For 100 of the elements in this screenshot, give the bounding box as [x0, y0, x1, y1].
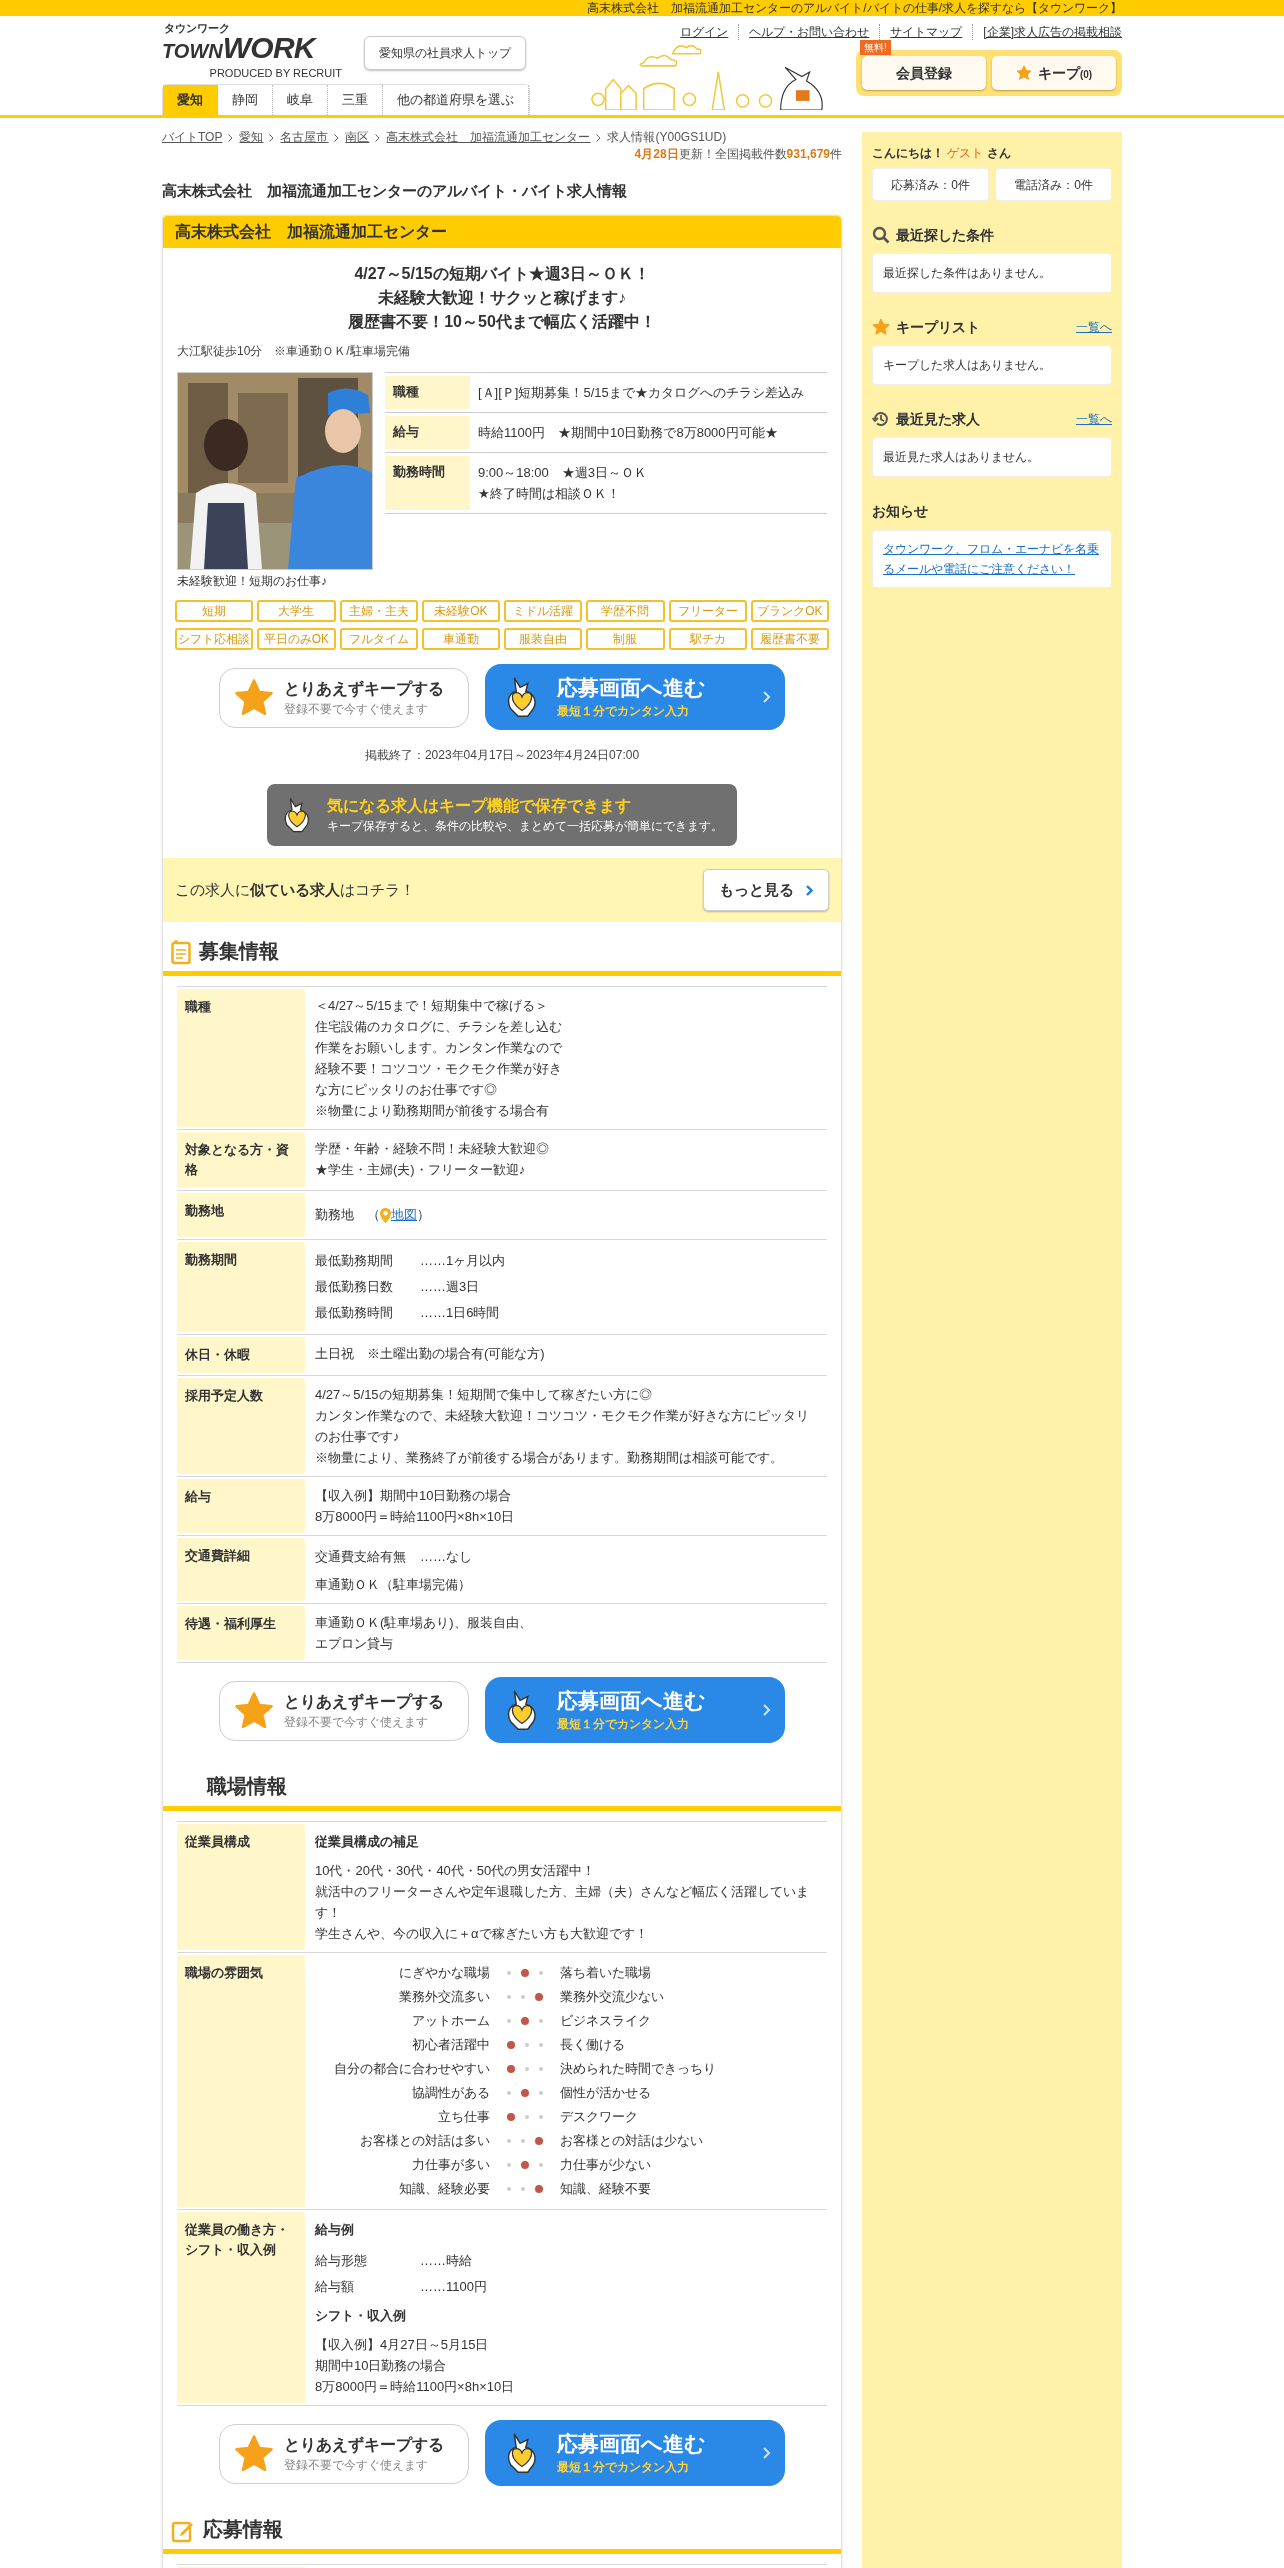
- map-link[interactable]: 地図: [391, 1203, 417, 1227]
- feature-tag: シフト応相談: [175, 628, 254, 650]
- mood-left-label: お客様との対話は多い: [359, 2132, 490, 2150]
- counter-chip: 電話済み：0件: [995, 168, 1112, 201]
- detail-text: 経験不要！コツコツ・モクモク作業が好き: [315, 1060, 563, 1078]
- summary-text: [Ａ][Ｐ]短期募集！5/15まで★カタログへのチラシ差込み: [477, 384, 805, 402]
- chevron-right-icon: [269, 133, 275, 142]
- detail-value: ……なし: [420, 1548, 472, 1566]
- townwork-logo: タウンワーク TOWNWORK PRODUCED BY RECRUIT: [162, 22, 342, 80]
- keep-button[interactable]: とりあえずキープする 登録不要で今すぐ使えます: [219, 668, 469, 728]
- apply-button[interactable]: 応募画面へ進む 最短１分でカンタン入力: [485, 2420, 785, 2486]
- keep-list-button[interactable]: キープ(0): [992, 56, 1116, 90]
- detail-heading: シフト・収入例: [315, 2307, 407, 2325]
- label-cell: 従業員構成: [177, 1824, 305, 1950]
- breadcrumb-current: 求人情報(Y00GS1UD): [607, 130, 727, 145]
- mood-left-label: 業務外交流多い: [398, 1988, 490, 2006]
- apply-button[interactable]: 応募画面へ進む 最短１分でカンタン入力: [485, 664, 785, 730]
- mood-right-label: 長く働ける: [560, 2036, 625, 2054]
- chevron-right-icon: [228, 133, 234, 142]
- notepad-icon: [171, 939, 191, 965]
- counter-chip: 応募済み：0件: [872, 168, 989, 201]
- mood-right-label: 落ち着いた職場: [560, 1964, 651, 1982]
- label-cell: 採用予定人数: [177, 1378, 305, 1474]
- mood-left-label: 立ち仕事: [437, 2108, 490, 2126]
- feature-tag: 短期: [175, 600, 254, 622]
- mood-right-label: 力仕事が少ない: [560, 2156, 651, 2174]
- panel-title: 最近見た求人: [896, 409, 981, 429]
- detail-text: 8万8000円＝時給1100円×8h×10日: [315, 2378, 516, 2396]
- breadcrumb-link[interactable]: バイトTOP: [162, 130, 223, 145]
- keep-button[interactable]: とりあえずキープする 登録不要で今すぐ使えます: [219, 2424, 469, 2484]
- detail-text: 就活中のフリーターさんや定年退職した方、主婦（夫）さんなど幅広く活躍しています！: [315, 1883, 810, 1922]
- detail-text: ＜4/27～5/15まで！短期集中で稼げる＞: [315, 997, 549, 1015]
- feature-tag: フリーター: [668, 600, 747, 622]
- keep-button[interactable]: とりあえずキープする 登録不要で今すぐ使えます: [219, 1681, 469, 1741]
- access-text: 大江駅徒歩10分 ※車通勤ＯＫ/駐車場完備: [176, 343, 411, 360]
- feature-tag: 学歴不問: [586, 600, 665, 622]
- detail-text: 【収入例】期間中10日勤務の場合: [315, 1487, 513, 1505]
- panel-title: お知らせ: [872, 502, 929, 521]
- label-cell: 職種: [385, 376, 470, 409]
- detail-name: 給与額: [315, 2278, 355, 2296]
- star-icon: [1015, 65, 1032, 81]
- breadcrumb-link[interactable]: 高末株式会社 加福流通加工センター: [386, 130, 591, 145]
- feature-tag: 駅チカ: [668, 628, 747, 650]
- feature-tag: 大学生: [257, 600, 336, 622]
- similar-jobs-text: この求人に似ている求人はコチラ！: [175, 879, 415, 900]
- detail-text: 土日祝 ※土曜出勤の場合有(可能な方): [315, 1345, 546, 1363]
- label-cell: 待遇・福利厚生: [177, 1606, 305, 1660]
- detail-value: ……1100円: [420, 2278, 487, 2296]
- detail-text: ）: [417, 1206, 430, 1224]
- label-cell: 職種: [177, 989, 305, 1127]
- feature-tag: 履歴書不要: [750, 628, 829, 650]
- summary-text: 時給1100円 ★期間中10日勤務で8万8000円可能★: [477, 424, 779, 442]
- mood-right-label: 知識、経験不要: [560, 2180, 651, 2198]
- breadcrumb-link[interactable]: 名古屋市: [280, 130, 329, 145]
- detail-text: 車通勤ＯＫ(駐車場あり)、服装自由、: [315, 1614, 533, 1632]
- feature-tag: ブランクOK: [750, 600, 829, 622]
- register-button[interactable]: 会員登録: [862, 56, 986, 90]
- list-link[interactable]: 一覧へ: [1076, 410, 1112, 428]
- detail-text: カンタン作業なので、未経験大歓迎！コツコツ・モクモク作業が好きな方にピッタリのお仕事です♪: [315, 1407, 810, 1446]
- update-info: 4月28日更新！全国掲載件数931,679件: [634, 146, 842, 163]
- header-link[interactable]: [企業]求人広告の掲載相談: [973, 24, 1122, 40]
- list-link[interactable]: 一覧へ: [1076, 318, 1112, 336]
- detail-value: ……時給: [420, 2252, 472, 2270]
- feature-tag: 服装自由: [504, 628, 583, 650]
- mood-left-label: 協調性がある: [411, 2084, 490, 2102]
- history-icon: [872, 410, 890, 428]
- feature-tag: 平日のみOK: [257, 628, 336, 650]
- header-link[interactable]: ログイン: [670, 24, 740, 40]
- detail-text: 車通勤ＯＫ（駐車場完備）: [315, 1576, 472, 1594]
- detail-text: 8万8000円＝時給1100円×8h×10日: [315, 1508, 516, 1526]
- catch-copy: 4/27～5/15の短期バイト★週3日～ＯＫ！: [354, 264, 650, 284]
- star-icon: [234, 2434, 274, 2474]
- detail-text: な方にピッタリのお仕事です◎: [315, 1081, 498, 1099]
- feature-tag: ミドル活躍: [504, 600, 583, 622]
- detail-text: ※物量により、業務終了が前後する場合があります。勤務期間は相談可能です。: [315, 1449, 784, 1467]
- breadcrumb-link[interactable]: 南区: [345, 130, 370, 145]
- prefecture-tab[interactable]: 愛知: [163, 85, 218, 115]
- detail-heading: 給与例: [315, 2221, 355, 2239]
- label-cell: 休日・休暇: [177, 1337, 305, 1373]
- mood-right-label: お客様との対話は少ない: [560, 2132, 703, 2150]
- mood-right-label: 決められた時間できっちり: [560, 2060, 716, 2078]
- star-icon: [234, 1691, 274, 1731]
- label-cell: 給与: [385, 416, 470, 449]
- detail-text: 学歴・年齢・経験不問！未経験大歓迎◎: [315, 1140, 550, 1158]
- catch-copy: 履歴書不要！10～50代まで幅広く活躍中！: [348, 312, 656, 332]
- top-page-button[interactable]: 愛知県の社員求人トップ: [364, 36, 526, 70]
- notice-link[interactable]: タウンワーク、フロム・エーナビを名乗るメールや電話にご注意ください！: [883, 539, 1101, 579]
- apply-button[interactable]: 応募画面へ進む 最短１分でカンタン入力: [485, 1677, 785, 1743]
- detail-name: 最低勤務期間: [315, 1252, 394, 1270]
- detail-text: エプロン貸与: [315, 1635, 394, 1653]
- breadcrumb-link[interactable]: 愛知: [239, 130, 264, 145]
- detail-text: 【収入例】4月27日～5月15日: [315, 2336, 490, 2354]
- panel-message: 最近見た求人はありません。: [872, 437, 1112, 477]
- see-more-button[interactable]: もっと見る: [703, 869, 829, 911]
- panel-message: キープした求人はありません。: [872, 345, 1112, 385]
- banner-text: キープ保存すると、条件の比較や、まとめて一括応募が簡単にできます。: [327, 818, 723, 835]
- label-cell: 従業員の働き方・シフト・収入例: [177, 2212, 305, 2403]
- chevron-right-icon: [334, 133, 340, 142]
- detail-text: 4/27～5/15の短期募集！短期間で集中して稼ぎたい方に◎: [315, 1386, 653, 1404]
- page-tagline: 高末株式会社 加福流通加工センターのアルバイト/バイトの仕事/求人を探すなら【タウンワーク】: [587, 0, 1122, 16]
